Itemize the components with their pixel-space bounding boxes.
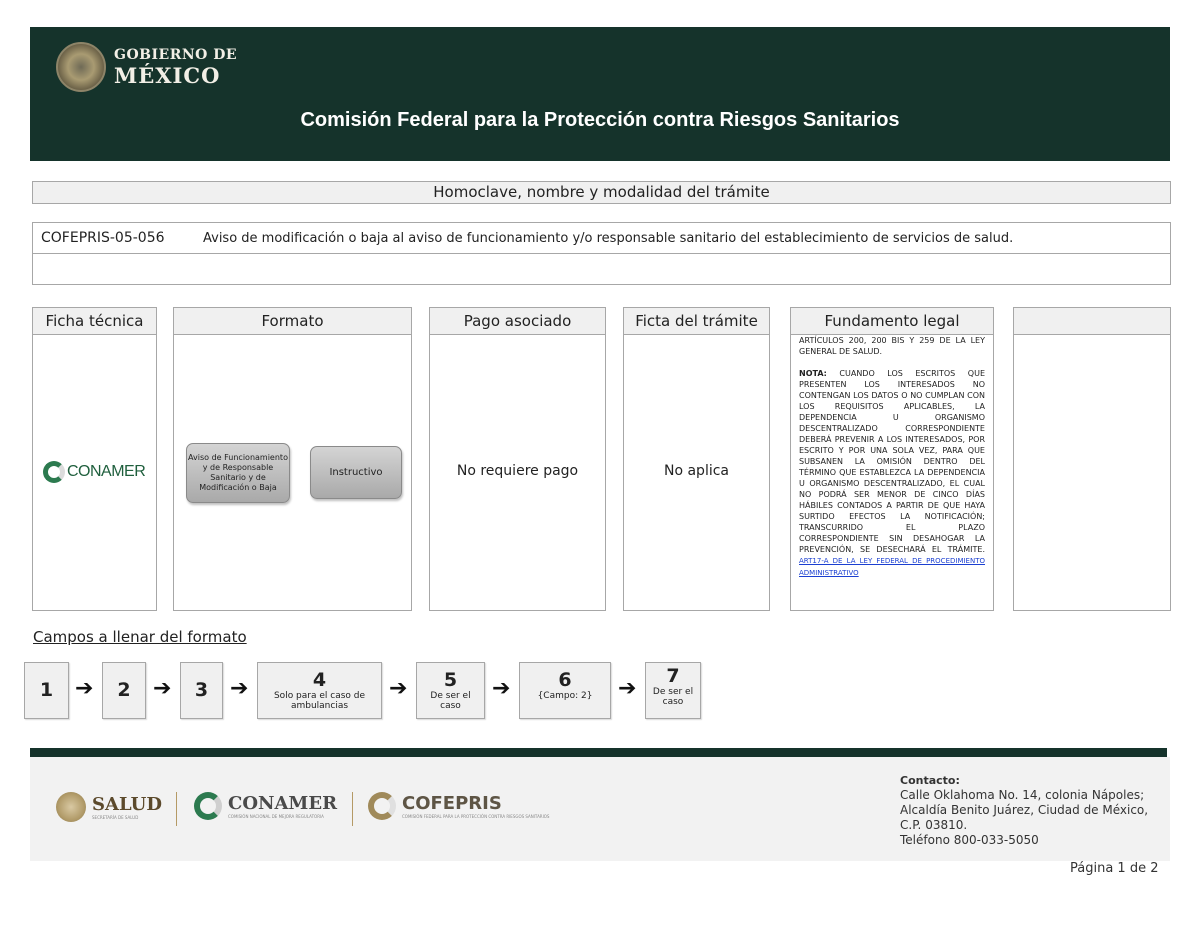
salud-seal-icon [56,792,86,822]
formato-panel: Aviso de Funcionamiento y de Responsable… [173,334,412,611]
fundamento-text: ARTÍCULOS 200, 200 BIS Y 259 DE LA LEY G… [799,335,985,579]
arrow-icon: ➔ [618,676,637,701]
step-2-number: 2 [117,679,131,701]
conamer-footer-logo: CONAMER COMISIÓN NACIONAL DE MEJORA REGU… [194,792,337,820]
nota-text: CUANDO LOS ESCRITOS QUE PRESENTEN LOS IN… [799,369,985,554]
step-2[interactable]: 2 [102,662,146,719]
nota-label: NOTA: [799,369,827,378]
fundamento-articles: ARTÍCULOS 200, 200 BIS Y 259 DE LA LEY G… [799,336,985,356]
step-4[interactable]: 4 Solo para el caso de ambulancias [257,662,382,719]
extra-heading [1013,307,1171,335]
ficha-tecnica-heading: Ficha técnica [32,307,157,335]
footer: SALUD SECRETARÍA DE SALUD CONAMER COMISI… [30,757,1170,861]
arrow-icon: ➔ [492,676,511,701]
arrow-icon: ➔ [153,676,172,701]
contact-line-1: Calle Oklahoma No. 14, colonia Nápoles; [900,788,1145,802]
cofepris-ring-icon [368,792,396,820]
logo-line-2: MÉXICO [114,63,221,88]
formato-heading: Formato [173,307,412,335]
empty-row [32,253,1171,285]
step-7[interactable]: 7 De ser el caso [645,662,701,719]
pago-heading: Pago asociado [429,307,606,335]
footer-bar [30,748,1167,757]
cofepris-logo-text: COFEPRIS [402,793,502,814]
gobierno-logo: GOBIERNO DE MÉXICO [56,42,237,92]
conamer-footer-text: CONAMER [228,793,338,814]
salud-logo-text: SALUD [92,794,162,815]
step-6-number: 6 [558,669,572,691]
contact-line-2: Alcaldía Benito Juárez, Ciudad de México… [900,803,1149,817]
step-7-number: 7 [666,665,680,687]
tramite-code: COFEPRIS-05-056 [41,230,165,246]
contact-line-4: Teléfono 800-033-5050 [900,833,1039,847]
arrow-icon: ➔ [75,676,94,701]
pago-panel: No requiere pago [429,334,606,611]
ficta-heading: Ficta del trámite [623,307,770,335]
divider [176,792,177,826]
page-number: Página 1 de 2 [1070,861,1159,876]
salud-logo-subtitle: SECRETARÍA DE SALUD [92,815,139,820]
step-4-number: 4 [312,669,327,691]
tramite-row: COFEPRIS-05-056 Aviso de modificación o … [32,222,1171,254]
aviso-format-button[interactable]: Aviso de Funcionamiento y de Responsable… [186,443,290,503]
cofepris-logo-subtitle: COMISIÓN FEDERAL PARA LA PROTECCIÓN CONT… [402,814,550,819]
contact-title: Contacto: [900,774,960,787]
step-5-note: De ser el caso [430,691,471,711]
cofepris-logo: COFEPRIS COMISIÓN FEDERAL PARA LA PROTEC… [368,792,549,820]
page-title: Comisión Federal para la Protección cont… [300,109,900,131]
salud-logo: SALUD SECRETARÍA DE SALUD [56,792,162,822]
fundamento-heading: Fundamento legal [790,307,994,335]
step-4-note: Solo para el caso de ambulancias [273,691,366,711]
divider [352,792,353,826]
national-seal-icon [56,42,106,92]
conamer-footer-subtitle: COMISIÓN NACIONAL DE MEJORA REGULATORIA [228,814,324,819]
step-6-note: {Campo: 2} [537,691,593,701]
step-5-number: 5 [443,669,458,691]
conamer-ring-icon [194,792,222,820]
ley-link[interactable]: ART17-A DE LA LEY FEDERAL DE PROCEDIMIEN… [799,557,985,577]
step-6[interactable]: 6 {Campo: 2} [519,662,611,719]
arrow-icon: ➔ [230,676,249,701]
step-1[interactable]: 1 [24,662,69,719]
logo-line-1: GOBIERNO DE [114,47,238,63]
homoclave-heading: Homoclave, nombre y modalidad del trámit… [32,181,1171,204]
contact-line-3: C.P. 03810. [900,818,968,832]
step-3[interactable]: 3 [180,662,223,719]
conamer-link[interactable]: CONAMER [43,461,146,483]
step-3-number: 3 [194,679,209,701]
conamer-logo-text: CONAMER [67,463,146,480]
ficta-panel: No aplica [623,334,770,611]
header-banner: GOBIERNO DE MÉXICO Comisión Federal para… [30,27,1170,161]
campos-heading: Campos a llenar del formato [33,628,247,646]
step-1-number: 1 [39,679,54,701]
pago-value: No requiere pago [456,463,579,479]
ficha-tecnica-panel: CONAMER [32,334,157,611]
instructivo-button[interactable]: Instructivo [310,446,402,499]
ficta-value: No aplica [663,463,729,479]
step-7-note: De ser el caso [652,687,694,707]
tramite-name: Aviso de modificación o baja al aviso de… [203,230,1014,246]
arrow-icon: ➔ [389,676,408,701]
fundamento-panel: ARTÍCULOS 200, 200 BIS Y 259 DE LA LEY G… [790,334,994,611]
step-5[interactable]: 5 De ser el caso [416,662,485,719]
contact-block: Contacto: Calle Oklahoma No. 14, colonia… [900,773,1165,848]
extra-panel [1013,334,1171,611]
conamer-logo-icon [43,461,65,483]
